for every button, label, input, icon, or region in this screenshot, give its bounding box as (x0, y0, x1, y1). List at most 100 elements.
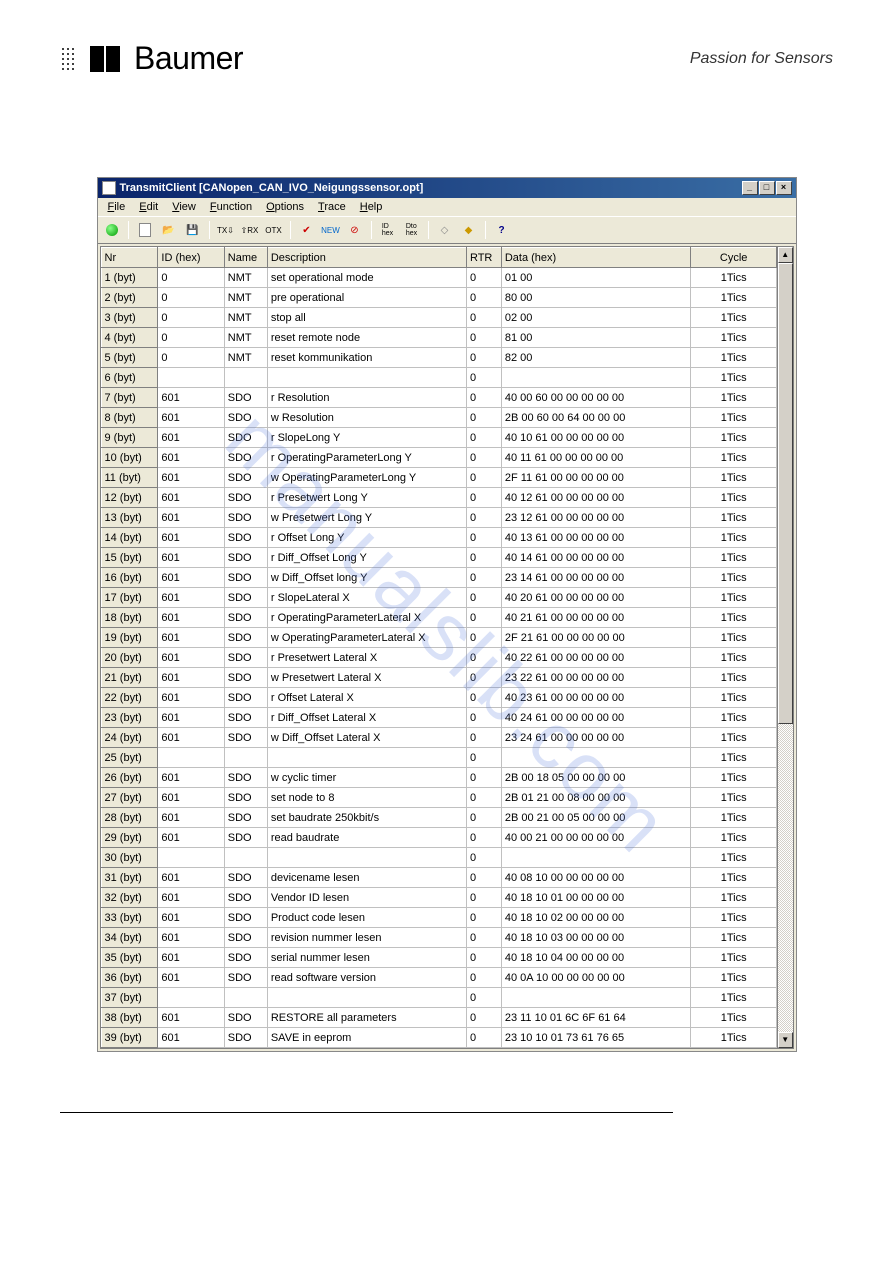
cell-rtr[interactable]: 0 (466, 708, 501, 728)
cell-data[interactable]: 23 10 10 01 73 61 76 65 (501, 1028, 691, 1048)
otx-icon[interactable]: OTX (264, 220, 284, 240)
cell-desc[interactable]: r Diff_Offset Lateral X (267, 708, 466, 728)
table-row[interactable]: 30 (byt)01Tics (101, 848, 776, 868)
cell-data[interactable]: 40 18 10 04 00 00 00 00 (501, 948, 691, 968)
cell-name[interactable]: SDO (224, 888, 267, 908)
cell-nr[interactable]: 7 (byt) (101, 388, 158, 408)
menu-file[interactable]: File (102, 200, 132, 214)
cell-data[interactable]: 01 00 (501, 268, 691, 288)
cell-name[interactable]: SDO (224, 1028, 267, 1048)
cell-id[interactable]: 601 (158, 608, 224, 628)
cell-nr[interactable]: 20 (byt) (101, 648, 158, 668)
cell-cycle[interactable]: 1Tics (691, 508, 776, 528)
cell-desc[interactable]: w cyclic timer (267, 768, 466, 788)
cell-cycle[interactable]: 1Tics (691, 588, 776, 608)
cell-cycle[interactable]: 1Tics (691, 528, 776, 548)
scroll-track[interactable] (778, 263, 793, 1032)
cell-id[interactable]: 601 (158, 428, 224, 448)
cell-id[interactable]: 601 (158, 808, 224, 828)
cell-nr[interactable]: 11 (byt) (101, 468, 158, 488)
cell-nr[interactable]: 22 (byt) (101, 688, 158, 708)
cell-desc[interactable]: w Diff_Offset Lateral X (267, 728, 466, 748)
cell-name[interactable]: NMT (224, 348, 267, 368)
cell-cycle[interactable]: 1Tics (691, 868, 776, 888)
cell-nr[interactable]: 26 (byt) (101, 768, 158, 788)
table-row[interactable]: 7 (byt)601SDOr Resolution040 00 60 00 00… (101, 388, 776, 408)
cell-data[interactable]: 80 00 (501, 288, 691, 308)
cell-desc[interactable]: r Presetwert Long Y (267, 488, 466, 508)
cell-rtr[interactable]: 0 (466, 848, 501, 868)
open-icon[interactable]: 📂 (159, 220, 179, 240)
cell-rtr[interactable]: 0 (466, 588, 501, 608)
new-icon[interactable] (135, 220, 155, 240)
cell-data[interactable]: 40 13 61 00 00 00 00 00 (501, 528, 691, 548)
cell-rtr[interactable]: 0 (466, 948, 501, 968)
cell-desc[interactable]: Product code lesen (267, 908, 466, 928)
cell-data[interactable]: 40 22 61 00 00 00 00 00 (501, 648, 691, 668)
cell-rtr[interactable]: 0 (466, 888, 501, 908)
cell-desc[interactable]: serial nummer lesen (267, 948, 466, 968)
cell-data[interactable]: 23 24 61 00 00 00 00 00 (501, 728, 691, 748)
cell-data[interactable]: 2B 01 21 00 08 00 00 00 (501, 788, 691, 808)
table-row[interactable]: 23 (byt)601SDOr Diff_Offset Lateral X040… (101, 708, 776, 728)
cell-cycle[interactable]: 1Tics (691, 968, 776, 988)
cell-rtr[interactable]: 0 (466, 508, 501, 528)
cell-name[interactable]: SDO (224, 628, 267, 648)
cell-id[interactable]: 601 (158, 448, 224, 468)
table-row[interactable]: 14 (byt)601SDOr Offset Long Y040 13 61 0… (101, 528, 776, 548)
cell-nr[interactable]: 23 (byt) (101, 708, 158, 728)
cell-desc[interactable]: w Presetwert Long Y (267, 508, 466, 528)
cell-nr[interactable]: 2 (byt) (101, 288, 158, 308)
cell-rtr[interactable]: 0 (466, 428, 501, 448)
cell-desc[interactable]: set operational mode (267, 268, 466, 288)
table-row[interactable]: 38 (byt)601SDORESTORE all parameters023 … (101, 1008, 776, 1028)
cell-desc[interactable]: set baudrate 250kbit/s (267, 808, 466, 828)
table-row[interactable]: 34 (byt)601SDOrevision nummer lesen040 1… (101, 928, 776, 948)
cell-name[interactable]: SDO (224, 668, 267, 688)
cell-rtr[interactable]: 0 (466, 608, 501, 628)
cell-rtr[interactable]: 0 (466, 528, 501, 548)
tb-status-icon[interactable] (102, 220, 122, 240)
cell-nr[interactable]: 30 (byt) (101, 848, 158, 868)
cell-nr[interactable]: 35 (byt) (101, 948, 158, 968)
cell-desc[interactable]: r SlopeLong Y (267, 428, 466, 448)
cell-data[interactable]: 40 14 61 00 00 00 00 00 (501, 548, 691, 568)
cell-nr[interactable]: 24 (byt) (101, 728, 158, 748)
cell-id[interactable]: 601 (158, 528, 224, 548)
cell-cycle[interactable]: 1Tics (691, 948, 776, 968)
cell-cycle[interactable]: 1Tics (691, 688, 776, 708)
cell-cycle[interactable]: 1Tics (691, 988, 776, 1008)
cell-desc[interactable]: r Diff_Offset Long Y (267, 548, 466, 568)
table-row[interactable]: 13 (byt)601SDOw Presetwert Long Y023 12 … (101, 508, 776, 528)
cell-id[interactable]: 0 (158, 348, 224, 368)
cell-name[interactable]: SDO (224, 468, 267, 488)
cell-cycle[interactable]: 1Tics (691, 828, 776, 848)
cell-id[interactable]: 601 (158, 628, 224, 648)
cell-rtr[interactable]: 0 (466, 768, 501, 788)
cell-desc[interactable]: reset kommunikation (267, 348, 466, 368)
cell-cycle[interactable]: 1Tics (691, 888, 776, 908)
cell-nr[interactable]: 34 (byt) (101, 928, 158, 948)
cell-desc[interactable]: RESTORE all parameters (267, 1008, 466, 1028)
cell-data[interactable]: 2B 00 60 00 64 00 00 00 (501, 408, 691, 428)
cell-rtr[interactable]: 0 (466, 488, 501, 508)
cell-data[interactable]: 40 18 10 03 00 00 00 00 (501, 928, 691, 948)
cell-id[interactable]: 601 (158, 928, 224, 948)
cell-id[interactable]: 601 (158, 828, 224, 848)
cell-cycle[interactable]: 1Tics (691, 488, 776, 508)
cell-cycle[interactable]: 1Tics (691, 1028, 776, 1048)
cell-cycle[interactable]: 1Tics (691, 788, 776, 808)
scroll-down-icon[interactable]: ▼ (778, 1032, 793, 1048)
table-row[interactable]: 8 (byt)601SDOw Resolution02B 00 60 00 64… (101, 408, 776, 428)
cell-name[interactable]: SDO (224, 728, 267, 748)
cell-cycle[interactable]: 1Tics (691, 908, 776, 928)
cell-cycle[interactable]: 1Tics (691, 648, 776, 668)
cell-id[interactable]: 601 (158, 388, 224, 408)
titlebar[interactable]: TransmitClient [CANopen_CAN_IVO_Neigungs… (98, 178, 796, 198)
cell-id[interactable]: 601 (158, 1008, 224, 1028)
cell-nr[interactable]: 31 (byt) (101, 868, 158, 888)
table-row[interactable]: 25 (byt)01Tics (101, 748, 776, 768)
cell-id[interactable]: 601 (158, 728, 224, 748)
cell-cycle[interactable]: 1Tics (691, 928, 776, 948)
menu-edit[interactable]: Edit (133, 200, 164, 214)
